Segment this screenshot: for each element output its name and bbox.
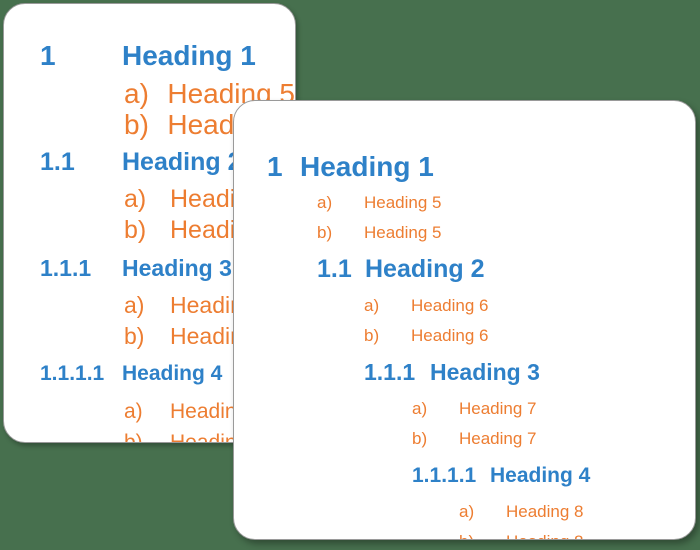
list-item-marker: b) xyxy=(317,223,333,242)
outline-card-front: 1 Heading 1 a) Heading 5 b) Heading 5 1.1 Headi… xyxy=(233,100,696,540)
list-item-row: b) Heading 6 xyxy=(234,321,695,351)
outline-list-front: 1 Heading 1 a) Heading 5 b) Heading 5 1.1 Headi… xyxy=(234,101,695,539)
heading-row: 1 Heading 1 xyxy=(4,34,295,78)
list-item-marker: b) xyxy=(459,527,506,539)
list-item-marker: b) xyxy=(124,323,145,349)
heading-number: 1 xyxy=(40,40,56,71)
list-item-row: b) Heading 7 xyxy=(234,424,695,454)
list-item-marker: a) xyxy=(124,292,145,318)
heading-row: 1 Heading 1 xyxy=(234,145,695,188)
heading-text: Heading 4 xyxy=(122,362,223,385)
list-item-marker: b) xyxy=(124,216,147,244)
heading-number: 1.1.1 xyxy=(364,359,416,385)
list-item-row: a) Heading 5 xyxy=(234,188,695,218)
heading-number: 1.1.1.1 xyxy=(40,362,105,385)
list-item-marker: a) xyxy=(412,399,428,418)
heading-text: Heading 1 xyxy=(300,151,434,182)
list-item-text: Heading 6 xyxy=(411,296,489,315)
list-item-marker: b) xyxy=(364,326,380,345)
list-item-text: Heading 8 xyxy=(506,502,584,521)
list-item-row: b)Heading 8 xyxy=(234,527,695,539)
heading-text: Heading 2 xyxy=(365,255,485,283)
list-item-text: Heading 7 xyxy=(459,399,537,418)
list-item-row: a) Heading 7 xyxy=(234,394,695,424)
heading-row: 1.1.1 Heading 3 xyxy=(234,351,695,394)
list-item-text: Heading 5 xyxy=(364,193,442,212)
heading-text: Heading 2 xyxy=(122,148,242,176)
list-item-marker: b) xyxy=(124,431,143,443)
heading-number: 1.1 xyxy=(317,255,352,283)
list-item-marker: a) xyxy=(124,400,143,423)
list-item-marker: a) xyxy=(317,193,333,212)
list-item-marker: a) xyxy=(124,185,147,213)
heading-row: 1.1 Heading 2 xyxy=(234,248,695,291)
list-item-row: a) Heading 6 xyxy=(234,291,695,321)
heading-text: Heading 4 xyxy=(490,464,591,487)
heading-row: 1.1.1.1 Heading 4 xyxy=(234,454,695,497)
heading-text: Heading 1 xyxy=(122,40,256,71)
list-item-row: b) Heading 5 xyxy=(234,218,695,248)
list-item-marker: a) xyxy=(124,78,149,109)
list-item-text: Heading 5 xyxy=(364,223,442,242)
list-item-marker: a) xyxy=(364,296,380,315)
list-item-marker: b) xyxy=(412,429,428,448)
list-item-row: a) Heading 8 xyxy=(234,497,695,527)
heading-text: Heading 3 xyxy=(122,255,232,281)
heading-number: 1.1.1.1 xyxy=(412,464,477,487)
heading-number: 1 xyxy=(267,151,283,182)
list-item-text: Heading 7 xyxy=(459,429,537,448)
list-item-text: Heading 6 xyxy=(411,326,489,345)
list-item-text: Heading 8 xyxy=(506,527,584,539)
list-item-marker: a) xyxy=(459,502,475,521)
heading-text: Heading 3 xyxy=(430,359,540,385)
list-item-marker: b) xyxy=(124,109,149,140)
heading-number: 1.1 xyxy=(40,148,75,176)
heading-number: 1.1.1 xyxy=(40,255,92,281)
